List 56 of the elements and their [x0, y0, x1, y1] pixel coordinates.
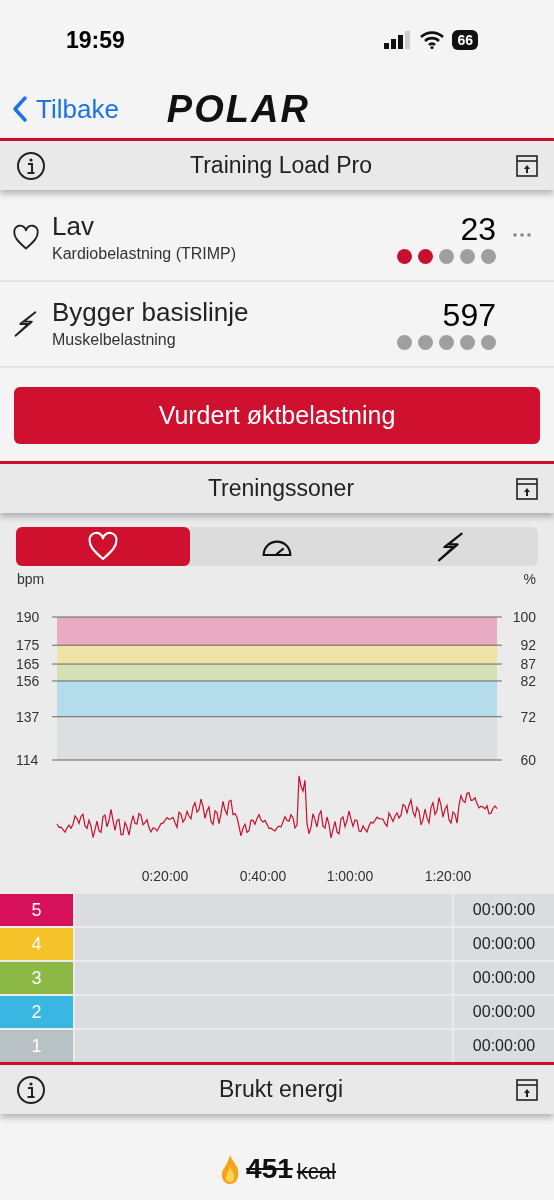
zone-time: 00:00:00 [454, 996, 554, 1028]
info-icon[interactable] [16, 150, 46, 181]
section-title: Training Load Pro [189, 151, 373, 181]
axis-unit: % [523, 571, 536, 587]
bpm-tick: 190 [16, 609, 40, 625]
rated-load-button[interactable]: Vurdert øktbelastning [14, 387, 540, 444]
percent-tick: 92 [520, 637, 536, 654]
export-icon[interactable] [516, 477, 538, 500]
percent-tick: 60 [520, 752, 536, 768]
heart-icon [87, 530, 119, 563]
load-value: 23 [460, 212, 496, 245]
zone-number: 1 [0, 1030, 73, 1062]
load-status: Lav [52, 209, 95, 243]
time-tick: 1:20:00 [424, 868, 472, 884]
load-type: Muskelbelastning [52, 330, 177, 351]
wifi-icon [420, 31, 445, 49]
back-chevron-icon [12, 95, 28, 123]
zone-time: 00:00:00 [454, 962, 554, 994]
percent-tick: 87 [520, 656, 536, 673]
zone-time: 00:00:00 [454, 894, 554, 926]
zone-time: 00:00:00 [454, 1030, 554, 1062]
percent-tick: 100 [512, 609, 536, 625]
energy-unit: kcal [296, 1158, 336, 1186]
bpm-tick: 165 [16, 656, 40, 673]
percent-tick: 72 [520, 708, 536, 725]
zone-number: 4 [0, 928, 73, 960]
bpm-tick: 156 [16, 672, 40, 689]
axis-unit: bpm [17, 571, 45, 587]
load-value: 597 [442, 298, 496, 331]
zone-time: 00:00:00 [454, 928, 554, 960]
logo: POLAR [166, 90, 310, 128]
time-tick: 0:20:00 [141, 868, 189, 884]
zone-number: 2 [0, 996, 73, 1028]
zone-tab[interactable] [16, 527, 190, 566]
time-tick: 1:00:00 [326, 868, 374, 884]
bpm-tick: 175 [16, 637, 40, 654]
more-icon[interactable] [512, 232, 532, 238]
load-status: Bygger basislinje [52, 295, 250, 329]
zone-number: 5 [0, 894, 73, 926]
energy-value: 451 [246, 1152, 293, 1186]
heart-icon [12, 224, 40, 252]
section-title: Treningssoner [206, 474, 356, 504]
back-link[interactable]: Tilbake [12, 89, 119, 129]
time-tick: 0:40:00 [239, 868, 287, 884]
zone-number: 3 [0, 962, 73, 994]
signal-icon [384, 31, 413, 49]
section-title: Brukt energi [218, 1075, 344, 1105]
bpm-tick: 137 [16, 708, 40, 725]
percent-tick: 82 [520, 672, 536, 689]
battery-level: 66 [452, 30, 478, 50]
status-time: 19:59 [66, 25, 125, 55]
export-icon[interactable] [516, 154, 538, 177]
bpm-tick: 114 [16, 752, 39, 768]
info-icon[interactable] [16, 1074, 46, 1105]
export-icon[interactable] [516, 1078, 538, 1101]
load-type: Kardiobelastning (TRIMP) [52, 244, 238, 265]
